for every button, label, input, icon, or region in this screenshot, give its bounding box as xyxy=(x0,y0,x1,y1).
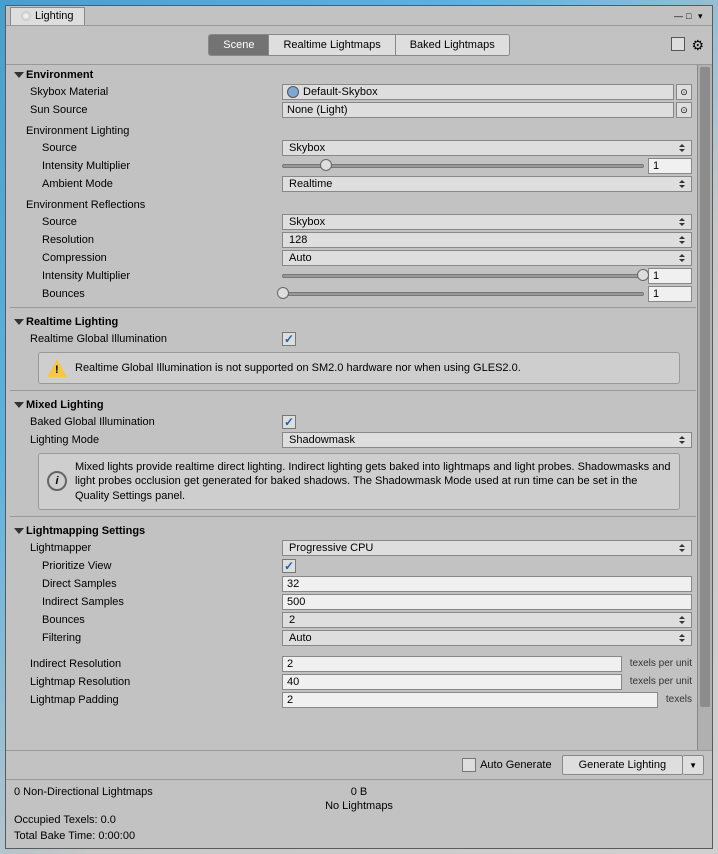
window-title: Lighting xyxy=(35,10,74,22)
filtering-label: Filtering xyxy=(14,632,282,644)
lightmaps-size: 0 B xyxy=(14,786,704,798)
indirect-samples-label: Indirect Samples xyxy=(14,596,282,608)
mixed-lighting-header[interactable]: Mixed Lighting xyxy=(10,395,696,413)
compression-dropdown[interactable]: Auto xyxy=(282,250,692,266)
object-picker-icon[interactable]: ⊙ xyxy=(676,102,692,118)
resolution-dropdown[interactable]: 128 xyxy=(282,232,692,248)
refl-source-label: Source xyxy=(14,216,282,228)
sun-source-field[interactable]: None (Light) xyxy=(282,102,674,118)
lightmap-padding-label: Lightmap Padding xyxy=(14,694,282,706)
intensity-slider[interactable] xyxy=(282,164,644,168)
content-scroll: Environment Skybox Material Default-Skyb… xyxy=(6,65,712,750)
maximize-icon[interactable]: □ xyxy=(686,11,696,21)
refl-intensity-slider[interactable] xyxy=(282,274,644,278)
generate-dropdown[interactable]: ▼ xyxy=(683,755,704,775)
skybox-material-label: Skybox Material xyxy=(14,86,282,98)
refl-intensity-label: Intensity Multiplier xyxy=(14,270,282,282)
lightmap-res-label: Lightmap Resolution xyxy=(14,676,282,688)
refl-source-dropdown[interactable]: Skybox xyxy=(282,214,692,230)
bottom-bar: Auto Generate Generate Lighting ▼ xyxy=(6,750,712,779)
gear-icon[interactable]: ⚙ xyxy=(691,37,704,54)
generate-lighting-button[interactable]: Generate Lighting xyxy=(562,755,683,775)
realtime-lighting-header[interactable]: Realtime Lighting xyxy=(10,312,696,330)
lightmapper-label: Lightmapper xyxy=(14,542,282,554)
foldout-icon xyxy=(14,319,24,325)
sun-source-label: Sun Source xyxy=(14,104,282,116)
toolbar: Scene Realtime Lightmaps Baked Lightmaps… xyxy=(6,26,712,65)
total-bake-time: Total Bake Time: 0:00:00 xyxy=(14,830,135,842)
intensity-value[interactable] xyxy=(648,158,692,174)
rgi-label: Realtime Global Illumination xyxy=(14,333,282,345)
environment-lighting-header: Environment Lighting xyxy=(10,119,696,139)
texels-unit: texels per unit xyxy=(630,658,692,669)
bgi-checkbox[interactable] xyxy=(282,415,296,429)
rgi-warning: Realtime Global Illumination is not supp… xyxy=(38,352,680,384)
ambient-mode-label: Ambient Mode xyxy=(14,178,282,190)
refl-intensity-value[interactable] xyxy=(648,268,692,284)
stats-panel: 0 Non-Directional Lightmaps 0 B No Light… xyxy=(6,779,712,848)
environment-header[interactable]: Environment xyxy=(10,65,696,83)
warning-icon xyxy=(47,359,67,377)
indirect-res-label: Indirect Resolution xyxy=(14,658,282,670)
source-label: Source xyxy=(14,142,282,154)
bounces-slider[interactable] xyxy=(282,292,644,296)
lighting-mode-label: Lighting Mode xyxy=(14,434,282,446)
material-icon xyxy=(287,86,299,98)
foldout-icon xyxy=(14,402,24,408)
no-lightmaps: No Lightmaps xyxy=(14,800,704,812)
info-icon: i xyxy=(47,471,67,491)
source-dropdown[interactable]: Skybox xyxy=(282,140,692,156)
texels-unit: texels per unit xyxy=(630,676,692,687)
ambient-mode-dropdown[interactable]: Realtime xyxy=(282,176,692,192)
tab-realtime-lightmaps[interactable]: Realtime Lightmaps xyxy=(269,35,395,55)
scrollbar[interactable] xyxy=(697,65,712,750)
filtering-dropdown[interactable]: Auto xyxy=(282,630,692,646)
titlebar: Lighting — □ ▾ xyxy=(6,6,712,26)
lm-bounces-label: Bounces xyxy=(14,614,282,626)
bgi-label: Baked Global Illumination xyxy=(14,416,282,428)
indirect-samples-input[interactable] xyxy=(282,594,692,610)
lightmap-padding-input[interactable] xyxy=(282,692,658,708)
dropdown-icon[interactable]: ▾ xyxy=(698,11,708,21)
tab-scene[interactable]: Scene xyxy=(209,35,269,55)
tab-baked-lightmaps[interactable]: Baked Lightmaps xyxy=(396,35,509,55)
intensity-label: Intensity Multiplier xyxy=(14,160,282,172)
compression-label: Compression xyxy=(14,252,282,264)
lighting-mode-dropdown[interactable]: Shadowmask xyxy=(282,432,692,448)
direct-samples-label: Direct Samples xyxy=(14,578,282,590)
prioritize-label: Prioritize View xyxy=(14,560,282,572)
occupied-texels: Occupied Texels: 0.0 xyxy=(14,814,116,826)
lightmapping-header[interactable]: Lightmapping Settings xyxy=(10,521,696,539)
object-picker-icon[interactable]: ⊙ xyxy=(676,84,692,100)
foldout-icon xyxy=(14,528,24,534)
bounces-label: Bounces xyxy=(14,288,282,300)
foldout-icon xyxy=(14,72,24,78)
prioritize-checkbox[interactable] xyxy=(282,559,296,573)
skybox-material-field[interactable]: Default-Skybox xyxy=(282,84,674,100)
resolution-label: Resolution xyxy=(14,234,282,246)
window-tab[interactable]: Lighting xyxy=(10,7,85,25)
bounces-value[interactable] xyxy=(648,286,692,302)
environment-reflections-header: Environment Reflections xyxy=(10,193,696,213)
mode-tabs: Scene Realtime Lightmaps Baked Lightmaps xyxy=(208,34,509,56)
direct-samples-input[interactable] xyxy=(282,576,692,592)
lm-bounces-dropdown[interactable]: 2 xyxy=(282,612,692,628)
indirect-res-input[interactable] xyxy=(282,656,622,672)
minimize-icon[interactable]: — xyxy=(674,11,684,21)
lightmap-res-input[interactable] xyxy=(282,674,622,690)
auto-generate-checkbox[interactable] xyxy=(462,758,476,772)
mixed-info: i Mixed lights provide realtime direct l… xyxy=(38,453,680,510)
texels: texels xyxy=(666,694,692,705)
lightmapper-dropdown[interactable]: Progressive CPU xyxy=(282,540,692,556)
rgi-checkbox[interactable] xyxy=(282,332,296,346)
new-window-icon[interactable] xyxy=(671,37,685,51)
lighting-icon xyxy=(21,11,31,21)
auto-generate-label: Auto Generate xyxy=(480,759,552,771)
